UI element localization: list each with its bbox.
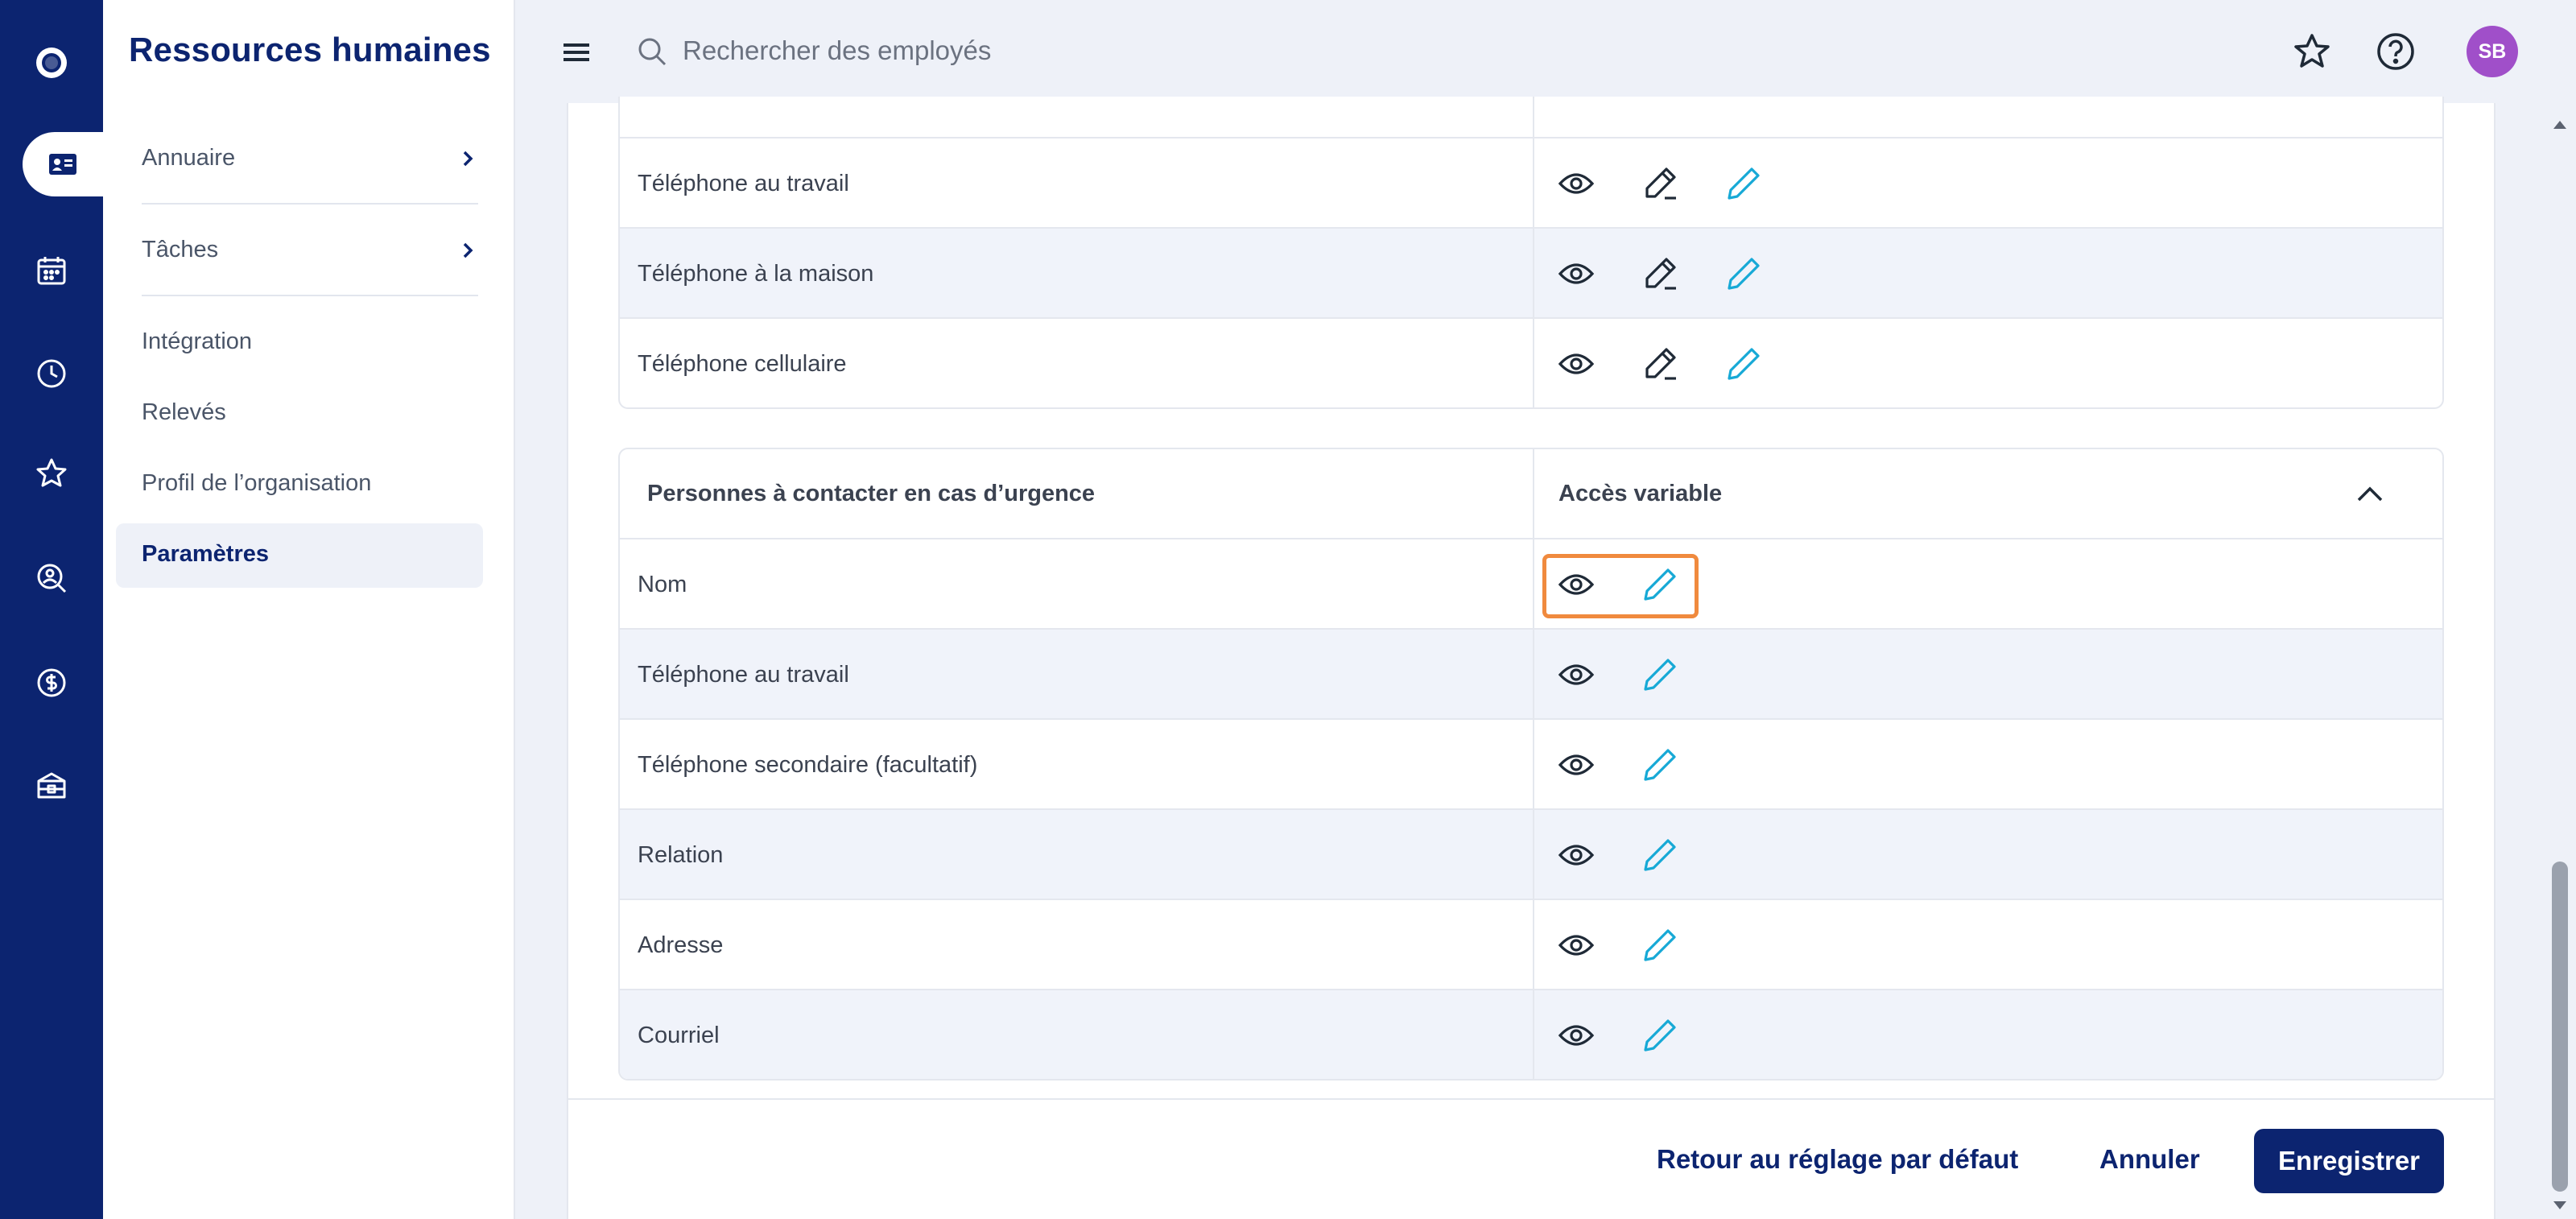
eye-icon[interactable] bbox=[1557, 254, 1596, 293]
sidebar-item-integration[interactable]: Intégration bbox=[142, 329, 478, 355]
cancel-button[interactable]: Annuler bbox=[2099, 1127, 2200, 1192]
reset-defaults-button[interactable]: Retour au réglage par défaut bbox=[1657, 1127, 2018, 1192]
edit-outline-icon[interactable] bbox=[1641, 164, 1679, 203]
phones-table: Téléphone au travail Téléphone à la mais… bbox=[618, 97, 2444, 409]
sidebar-item-label: Tâches bbox=[142, 237, 219, 262]
sidebar-item-label: Paramètres bbox=[142, 541, 269, 567]
app-title: Ressources humaines bbox=[129, 31, 491, 68]
sidebar-item-annuaire[interactable]: Annuaire bbox=[142, 145, 478, 171]
section-title: Personnes à contacter en cas d’urgence bbox=[647, 481, 1096, 506]
row-label: Relation bbox=[638, 842, 724, 868]
emergency-contacts-table: Personnes à contacter en cas d’urgence A… bbox=[618, 448, 2444, 1081]
eye-icon[interactable] bbox=[1557, 926, 1596, 965]
eye-icon[interactable] bbox=[1557, 1016, 1596, 1055]
table-row: Téléphone secondaire (facultatif) bbox=[620, 718, 2442, 808]
pencil-icon[interactable] bbox=[1724, 254, 1763, 293]
search-icon bbox=[638, 38, 667, 66]
footer-divider bbox=[567, 1098, 2496, 1100]
pencil-icon[interactable] bbox=[1724, 164, 1763, 203]
row-label: Téléphone cellulaire bbox=[638, 351, 847, 377]
dollar-icon[interactable] bbox=[0, 651, 103, 715]
person-search-icon[interactable] bbox=[0, 546, 103, 610]
clock-icon[interactable] bbox=[0, 341, 103, 406]
edit-outline-icon[interactable] bbox=[1641, 254, 1679, 293]
table-row: Relation bbox=[620, 808, 2442, 899]
topbar: Rechercher des employés SB bbox=[515, 0, 2576, 103]
sidebar-item-label: Annuaire bbox=[142, 145, 236, 171]
chevron-right-icon bbox=[463, 242, 473, 258]
access-column-header: Accès variable bbox=[1558, 481, 1723, 506]
star-icon[interactable] bbox=[0, 441, 103, 506]
row-label: Nom bbox=[638, 572, 687, 597]
row-label: Adresse bbox=[638, 932, 724, 958]
table-row: Courriel bbox=[620, 989, 2442, 1079]
scroll-up-arrow-icon[interactable] bbox=[2550, 116, 2570, 135]
row-label: Téléphone secondaire (facultatif) bbox=[638, 752, 978, 778]
avatar[interactable]: SB bbox=[2467, 26, 2518, 77]
row-label: Téléphone au travail bbox=[638, 662, 849, 688]
sidebar-item-taches[interactable]: Tâches bbox=[142, 237, 478, 263]
logo-icon[interactable] bbox=[0, 31, 103, 95]
eye-icon[interactable] bbox=[1557, 164, 1596, 203]
contact-card-icon[interactable] bbox=[23, 132, 103, 196]
save-button[interactable]: Enregistrer bbox=[2254, 1129, 2444, 1193]
pencil-icon[interactable] bbox=[1641, 655, 1679, 694]
eye-icon[interactable] bbox=[1557, 836, 1596, 874]
calendar-icon[interactable] bbox=[0, 238, 103, 303]
sidebar: Ressources humaines Annuaire Tâches Inté… bbox=[103, 0, 515, 1219]
pencil-icon[interactable] bbox=[1724, 345, 1763, 383]
table-row: Téléphone au travail bbox=[620, 628, 2442, 718]
table-row: Nom bbox=[620, 538, 2442, 628]
chevron-right-icon bbox=[463, 151, 473, 166]
table-row: Téléphone au travail bbox=[620, 137, 2442, 227]
icon-rail bbox=[0, 0, 103, 1219]
row-label: Courriel bbox=[638, 1023, 720, 1048]
search-input[interactable]: Rechercher des employés bbox=[683, 35, 991, 66]
sidebar-item-releves[interactable]: Relevés bbox=[142, 399, 478, 426]
eye-icon[interactable] bbox=[1557, 345, 1596, 383]
pencil-icon[interactable] bbox=[1641, 1016, 1679, 1055]
scroll-down-arrow-icon[interactable] bbox=[2550, 1195, 2570, 1214]
table-header: Personnes à contacter en cas d’urgence A… bbox=[620, 449, 2442, 538]
table-row bbox=[620, 97, 2442, 137]
sidebar-item-parametres[interactable]: Paramètres bbox=[142, 541, 478, 568]
chevron-up-icon[interactable] bbox=[2354, 478, 2386, 510]
favorites-star-icon[interactable] bbox=[2291, 31, 2333, 72]
row-label: Téléphone à la maison bbox=[638, 261, 874, 287]
sidebar-item-profil-organisation[interactable]: Profil de l’organisation bbox=[142, 470, 478, 497]
divider bbox=[142, 203, 478, 205]
eye-icon[interactable] bbox=[1557, 655, 1596, 694]
eye-icon[interactable] bbox=[1557, 565, 1596, 604]
table-row: Téléphone à la maison bbox=[620, 227, 2442, 317]
divider bbox=[142, 295, 478, 296]
sidebar-item-label: Relevés bbox=[142, 399, 226, 425]
eye-icon[interactable] bbox=[1557, 746, 1596, 784]
menu-icon[interactable] bbox=[562, 39, 592, 66]
sidebar-item-label: Profil de l’organisation bbox=[142, 470, 372, 496]
pencil-icon[interactable] bbox=[1641, 565, 1679, 604]
table-row: Adresse bbox=[620, 899, 2442, 989]
scrollbar-thumb[interactable] bbox=[2552, 862, 2568, 1192]
help-icon[interactable] bbox=[2375, 31, 2417, 72]
pencil-icon[interactable] bbox=[1641, 836, 1679, 874]
pencil-icon[interactable] bbox=[1641, 746, 1679, 784]
sidebar-item-label: Intégration bbox=[142, 329, 253, 354]
edit-outline-icon[interactable] bbox=[1641, 345, 1679, 383]
row-label: Téléphone au travail bbox=[638, 171, 849, 196]
box-icon[interactable] bbox=[0, 754, 103, 818]
pencil-icon[interactable] bbox=[1641, 926, 1679, 965]
table-row: Téléphone cellulaire bbox=[620, 317, 2442, 407]
